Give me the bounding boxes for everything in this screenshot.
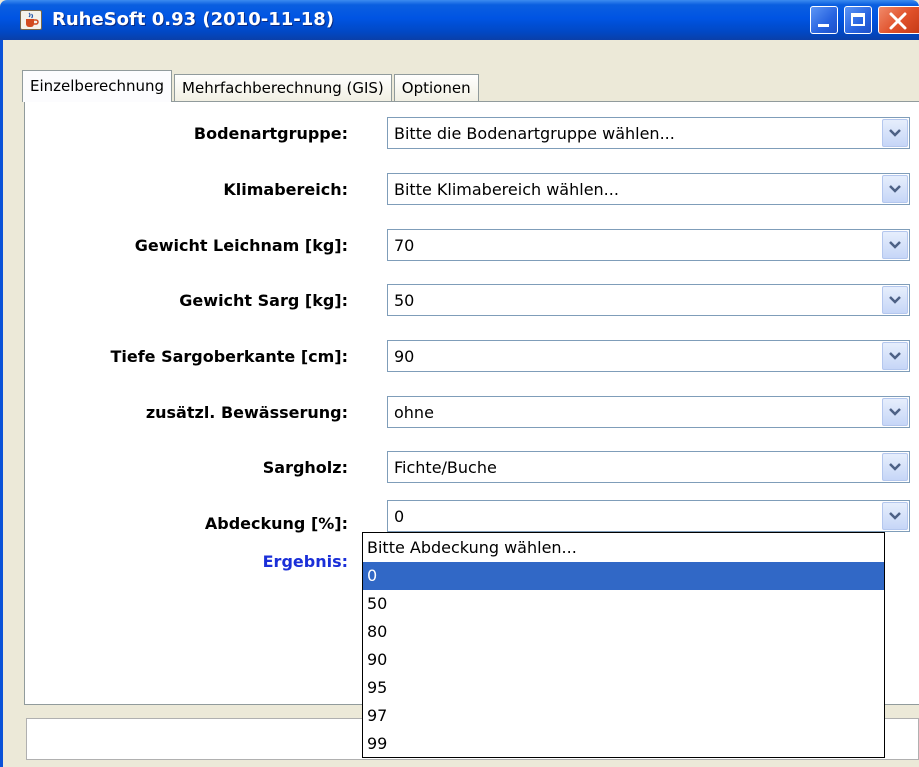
tiefe-sargoberkante-label: Tiefe Sargoberkante [cm]: <box>110 347 348 366</box>
dropdown-option[interactable]: Bitte Abdeckung wählen... <box>363 533 884 562</box>
dropdown-option[interactable]: 95 <box>363 674 884 702</box>
tiefe-sargoberkante-value: 90 <box>394 347 415 366</box>
close-icon <box>889 12 907 30</box>
abdeckung-dropdown-list[interactable]: Bitte Abdeckung wählen... 0 50 80 90 95 … <box>362 532 885 758</box>
chevron-down-icon[interactable] <box>882 175 908 203</box>
minimize-button[interactable] <box>810 6 838 34</box>
maximize-button[interactable] <box>844 6 872 34</box>
chevron-down-icon[interactable] <box>882 398 908 426</box>
dropdown-option[interactable]: 50 <box>363 590 884 618</box>
chevron-down-icon[interactable] <box>882 453 908 481</box>
chevron-down-icon[interactable] <box>882 286 908 314</box>
tiefe-sargoberkante-select[interactable]: 90 <box>387 340 910 372</box>
klimabereich-value: Bitte Klimabereich wählen... <box>394 180 619 199</box>
chevron-down-icon[interactable] <box>882 342 908 370</box>
klimabereich-label: Klimabereich: <box>223 180 348 199</box>
gewicht-leichnam-select[interactable]: 70 <box>387 229 910 261</box>
abdeckung-value: 0 <box>394 507 405 526</box>
title-bar[interactable]: RuheSoft 0.93 (2010-11-18) <box>0 0 919 40</box>
window-title: RuheSoft 0.93 (2010-11-18) <box>52 9 334 30</box>
dropdown-option[interactable]: 80 <box>363 618 884 646</box>
gewicht-leichnam-value: 70 <box>394 236 415 255</box>
bodenartgruppe-label: Bodenartgruppe: <box>193 124 348 143</box>
klimabereich-select[interactable]: Bitte Klimabereich wählen... <box>387 173 910 205</box>
chevron-down-icon[interactable] <box>882 502 908 530</box>
gewicht-sarg-select[interactable]: 50 <box>387 284 910 316</box>
abdeckung-select[interactable]: 0 <box>387 500 910 532</box>
bodenartgruppe-select[interactable]: Bitte die Bodenartgruppe wählen... <box>387 117 910 149</box>
chevron-down-icon[interactable] <box>882 231 908 259</box>
dropdown-option[interactable]: 99 <box>363 730 884 758</box>
dropdown-option-selected[interactable]: 0 <box>363 562 884 590</box>
application-window: RuheSoft 0.93 (2010-11-18) Einzelberechn… <box>0 0 919 767</box>
dropdown-option[interactable]: 97 <box>363 702 884 730</box>
sargholz-value: Fichte/Buche <box>394 458 497 477</box>
chevron-down-icon[interactable] <box>882 119 908 147</box>
tab-einzelberechnung[interactable]: Einzelberechnung <box>22 70 173 102</box>
maximize-icon <box>851 13 865 26</box>
bewaesserung-label: zusätzl. Bewässerung: <box>145 403 348 422</box>
close-button[interactable] <box>878 6 919 34</box>
dropdown-option[interactable]: 90 <box>363 646 884 674</box>
sargholz-select[interactable]: Fichte/Buche <box>387 451 910 483</box>
gewicht-leichnam-label: Gewicht Leichnam [kg]: <box>134 236 348 255</box>
bodenartgruppe-value: Bitte die Bodenartgruppe wählen... <box>394 124 675 143</box>
tab-mehrfachberechnung[interactable]: Mehrfachberechnung (GIS) <box>174 74 392 102</box>
tab-strip: Einzelberechnung Mehrfachberechnung (GIS… <box>22 70 481 102</box>
gewicht-sarg-label: Gewicht Sarg [kg]: <box>179 291 348 310</box>
bewaesserung-value: ohne <box>394 403 434 422</box>
java-cup-icon[interactable] <box>20 10 42 30</box>
abdeckung-label: Abdeckung [%]: <box>204 514 348 533</box>
tab-optionen[interactable]: Optionen <box>393 74 479 102</box>
minimize-icon <box>818 24 829 27</box>
bewaesserung-select[interactable]: ohne <box>387 396 910 428</box>
sargholz-label: Sargholz: <box>262 458 348 477</box>
ergebnis-label: Ergebnis: <box>262 552 348 571</box>
gewicht-sarg-value: 50 <box>394 291 415 310</box>
